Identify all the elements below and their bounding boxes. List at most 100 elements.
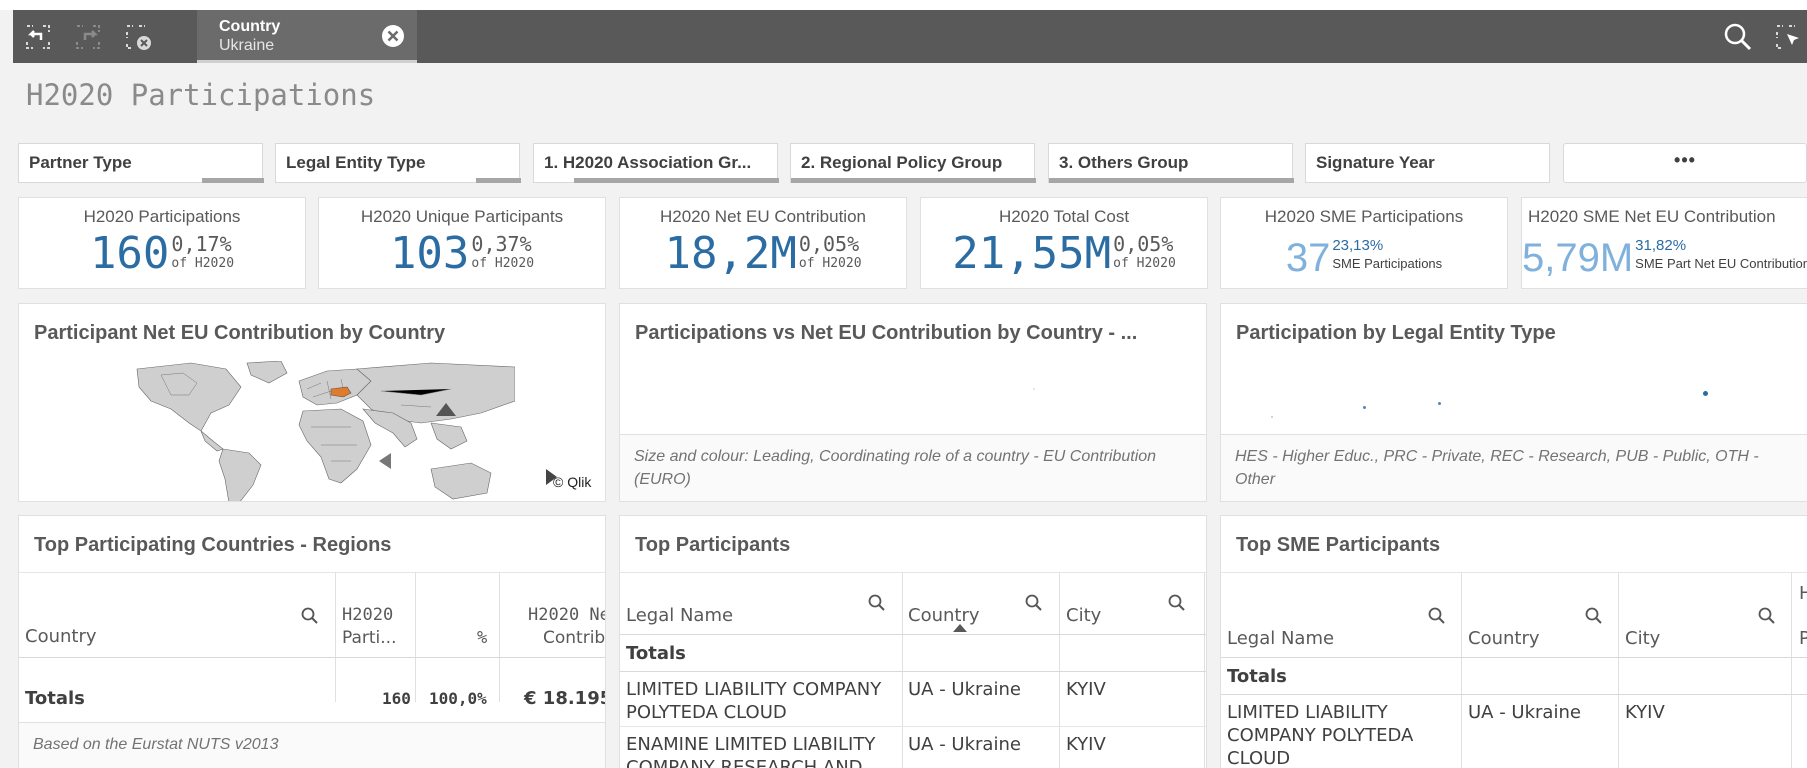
col-header-city[interactable]: City xyxy=(1625,628,1660,649)
close-circle-icon xyxy=(382,25,404,47)
more-icon: ••• xyxy=(1674,150,1696,170)
kpi-percent: 0,17% xyxy=(171,232,232,256)
table-row[interactable]: LIMITED LIABILITY COMPANY POLYTEDA CLOUD… xyxy=(620,672,1204,726)
scatter-point[interactable] xyxy=(1033,388,1035,390)
cell-city: KYIV xyxy=(1625,702,1665,723)
scatter-panel[interactable]: Participations vs Net EU Contribution by… xyxy=(619,303,1207,502)
col-header-country[interactable]: Country xyxy=(1468,628,1540,649)
selections-toolbar: Country Ukraine xyxy=(13,10,1807,63)
kpi-percent: 31,82% xyxy=(1635,237,1687,254)
search-icon[interactable] xyxy=(1428,607,1446,625)
cell-legal-name: LIMITED LIABILITY COMPANY xyxy=(626,679,882,700)
clear-selections-button[interactable] xyxy=(113,10,163,63)
clear-selections-icon xyxy=(126,24,151,50)
filter-scrollbar xyxy=(1049,178,1294,183)
panel-title: Participant Net EU Contribution by Count… xyxy=(34,322,446,344)
search-icon[interactable] xyxy=(868,594,886,612)
remove-selection-button[interactable] xyxy=(381,24,405,52)
totals-label: Totals xyxy=(25,688,85,709)
panel-title: Top Participants xyxy=(635,534,791,556)
cell-legal-name-2: COMPANY RESEARCH AND xyxy=(626,757,863,768)
kpi-subtitle: of H2020 xyxy=(171,256,235,271)
map-panel[interactable]: Participant Net EU Contribution by Count… xyxy=(18,303,606,502)
totals-percent: 100,0% xyxy=(429,689,487,708)
cell-legal-name-2: POLYTEDA CLOUD xyxy=(626,702,787,723)
filter-label: Signature Year xyxy=(1316,153,1435,172)
kpi-title: H2020 Participations xyxy=(83,207,241,226)
search-button[interactable] xyxy=(1713,10,1763,63)
col-header-percent[interactable]: % xyxy=(477,628,487,648)
filter-regional-policy-group[interactable]: 2. Regional Policy Group xyxy=(790,143,1036,183)
filter-signature-year[interactable]: Signature Year xyxy=(1305,143,1550,183)
table-footnote: Based on the Eurstat NUTS v2013 xyxy=(19,722,605,768)
chart-point[interactable] xyxy=(1438,402,1441,405)
search-icon[interactable] xyxy=(1168,594,1186,612)
kpi-sme-net-eu-contribution[interactable]: H2020 SME Net EU Contribution 5,79M 31,8… xyxy=(1521,197,1807,289)
filter-others-group[interactable]: 3. Others Group xyxy=(1048,143,1294,183)
kpi-title: H2020 Net EU Contribution xyxy=(659,207,866,226)
scatter-plot-area[interactable] xyxy=(620,359,1206,437)
more-filters-button[interactable]: ••• xyxy=(1563,143,1807,183)
kpi-participations[interactable]: H2020 Participations 160 0,17% of H2020 xyxy=(18,197,306,289)
kpi-title: H2020 Unique Participants xyxy=(360,207,564,226)
legal-entity-chart-area[interactable] xyxy=(1221,359,1807,437)
filter-scrollbar xyxy=(574,178,779,183)
col-header-net-contribution[interactable]: H2020 Ne xyxy=(528,605,605,625)
panel-title: Top SME Participants xyxy=(1236,534,1441,556)
selection-field-label: Country xyxy=(219,18,281,35)
kpi-value: 37 xyxy=(1285,236,1331,280)
filter-association-group[interactable]: 1. H2020 Association Gr... xyxy=(533,143,779,183)
col-header-city[interactable]: City xyxy=(1066,605,1101,626)
col-header-extra[interactable]: H xyxy=(1799,583,1807,604)
top-sme-participants-panel[interactable]: Top SME Participants Legal Name Country … xyxy=(1220,515,1807,768)
kpi-unique-participants[interactable]: H2020 Unique Participants 103 0,37% of H… xyxy=(318,197,606,289)
col-header-country[interactable]: Country xyxy=(25,626,97,647)
kpi-total-cost[interactable]: H2020 Total Cost 21,55M 0,05% of H2020 xyxy=(920,197,1208,289)
top-participants-panel[interactable]: Top Participants Legal Name Country City… xyxy=(619,515,1207,768)
col-header-participations-2: Parti... xyxy=(342,628,397,648)
filter-label: 1. H2020 Association Gr... xyxy=(544,153,752,172)
filter-partner-type[interactable]: Partner Type xyxy=(18,143,264,183)
cell-legal-name: LIMITED LIABILITY xyxy=(1227,702,1388,723)
col-header-country[interactable]: Country xyxy=(908,605,980,626)
kpi-title: H2020 SME Participations xyxy=(1264,207,1464,226)
kpi-value: 103 xyxy=(389,228,470,279)
map-credit: © Qlik xyxy=(553,474,592,490)
kpi-subtitle: SME Participations xyxy=(1332,256,1443,271)
world-map[interactable] xyxy=(131,361,515,502)
kpi-net-eu-contribution[interactable]: H2020 Net EU Contribution 18,2M 0,05% of… xyxy=(619,197,907,289)
col-header-legal-name[interactable]: Legal Name xyxy=(626,605,733,626)
filter-label: 3. Others Group xyxy=(1059,153,1189,172)
search-icon[interactable] xyxy=(1758,607,1776,625)
selection-tool-icon xyxy=(1776,24,1799,49)
cell-legal-name-3: CLOUD xyxy=(1227,748,1291,768)
step-back-button[interactable] xyxy=(13,10,63,63)
table-row[interactable]: ENAMINE LIMITED LIABILITY COMPANY RESEAR… xyxy=(620,727,1204,768)
legal-entity-panel[interactable]: Participation by Legal Entity Type HES -… xyxy=(1220,303,1807,502)
kpi-value: 5,79M xyxy=(1522,236,1634,280)
chart-footnote: HES - Higher Educ., PRC - Private, REC -… xyxy=(1221,434,1807,501)
filter-legal-entity-type[interactable]: Legal Entity Type xyxy=(275,143,521,183)
chart-point[interactable] xyxy=(1363,406,1366,409)
chart-point[interactable] xyxy=(1703,391,1708,396)
countries-table-panel[interactable]: Top Participating Countries - Regions Co… xyxy=(18,515,606,768)
totals-label: Totals xyxy=(1227,666,1287,687)
search-icon[interactable] xyxy=(1025,594,1043,612)
search-icon[interactable] xyxy=(1585,607,1603,625)
col-header-participations[interactable]: H2020 xyxy=(342,605,393,625)
kpi-sme-participations[interactable]: H2020 SME Participations 37 23,13% SME P… xyxy=(1220,197,1508,289)
search-icon[interactable] xyxy=(301,607,319,625)
cell-country: UA - Ukraine xyxy=(908,679,1021,700)
kpi-percent: 0,05% xyxy=(1113,232,1174,256)
selection-tool-button[interactable] xyxy=(1763,10,1807,63)
kpi-value: 21,55M xyxy=(952,228,1112,279)
chart-point[interactable] xyxy=(1271,416,1273,418)
sheet-title: H2020 Participations xyxy=(26,78,376,112)
col-header-legal-name[interactable]: Legal Name xyxy=(1227,628,1334,649)
totals-net-contribution: € 18.195 xyxy=(524,688,606,709)
table-row[interactable]: LIMITED LIABILITY COMPANY POLYTEDA CLOUD… xyxy=(1221,695,1807,768)
totals-label: Totals xyxy=(626,643,686,664)
cell-city: KYIV xyxy=(1066,679,1106,700)
step-forward-button[interactable] xyxy=(63,10,113,63)
selection-chip-country[interactable]: Country Ukraine xyxy=(197,10,417,63)
